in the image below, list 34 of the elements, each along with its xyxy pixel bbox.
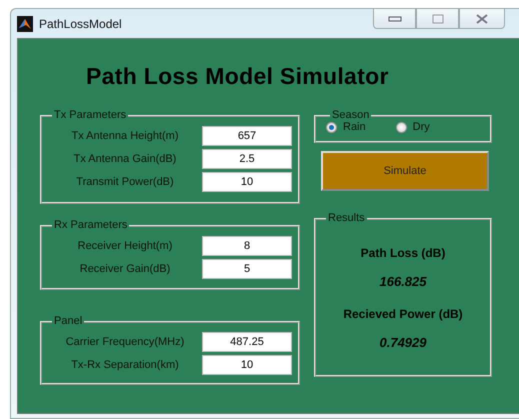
radio-option[interactable]: Rain [326,121,366,133]
minimize-button[interactable] [373,8,416,29]
input-field[interactable]: 2.5 [202,149,292,169]
group-legend: Season [330,110,372,121]
field-label: Tx Antenna Gain(dB) [72,153,178,165]
result-label: Path Loss (dB) [360,246,446,260]
radio-option[interactable]: Dry [396,121,430,133]
input-field[interactable]: 5 [202,259,292,279]
close-button[interactable] [459,8,505,29]
input-field[interactable]: 10 [202,355,292,375]
group-legend: Rx Parameters [52,220,130,231]
result-value: 166.825 [380,274,426,289]
result-value: 0.74929 [380,335,426,350]
result-label: Recieved Power (dB) [343,307,463,321]
group-legend: Panel [52,316,84,327]
minimize-icon [388,16,402,22]
field-label: Transmit Power(dB) [75,176,175,188]
input-field[interactable]: 8 [202,236,292,256]
window-title: PathLossModel [39,16,122,30]
field-label: Tx-Rx Separation(km) [70,359,180,371]
maximize-icon [432,14,444,24]
input-field[interactable]: 657 [202,126,292,146]
input-field[interactable]: 10 [202,172,292,192]
input-field[interactable]: 487.25 [202,332,292,352]
field-label: Receiver Gain(dB) [78,263,172,275]
group-legend: Results [326,213,367,224]
app-logo-icon [17,16,33,32]
close-icon [476,14,488,24]
app-heading: Path Loss Model Simulator [86,63,390,90]
field-label: Tx Antenna Height(m) [70,130,180,142]
simulate-button[interactable]: Simulate [321,151,489,191]
field-label: Carrier Frequency(MHz) [64,336,186,348]
group-legend: Tx Parameters [52,110,128,121]
field-label: Receiver Height(m) [76,240,174,252]
